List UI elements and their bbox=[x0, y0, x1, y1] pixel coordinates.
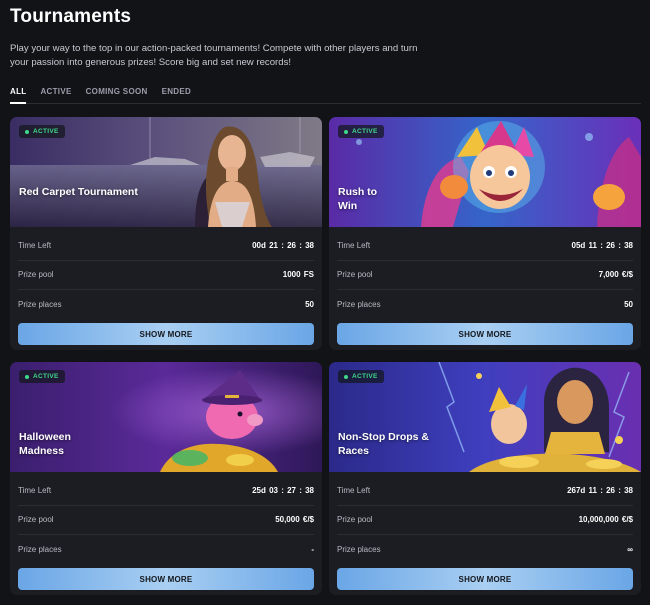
status-badge-label: ACTIVE bbox=[33, 373, 59, 380]
tournament-card-halloween-madness[interactable]: ACTIVE Halloween Madness Time Left 25d 0… bbox=[10, 362, 322, 595]
tournament-details: Time Left 00d 21 : 26 : 38 Prize pool 10… bbox=[18, 231, 314, 320]
show-more-button[interactable]: SHOW MORE bbox=[337, 323, 633, 345]
prize-places-value: 50 bbox=[624, 300, 633, 310]
prize-pool-label: Prize pool bbox=[337, 515, 373, 525]
tournament-title: Non-Stop Drops & Races bbox=[338, 431, 429, 457]
prize-places-row: Prize places ∞ bbox=[337, 535, 633, 565]
prize-places-label: Prize places bbox=[337, 300, 381, 310]
tournament-banner-non-stop-drops: ACTIVE Non-Stop Drops & Races bbox=[329, 362, 641, 472]
prize-places-value: ∞ bbox=[627, 545, 633, 555]
status-badge-label: ACTIVE bbox=[352, 128, 378, 135]
prize-pool-row: Prize pool 10,000,000 €/$ bbox=[337, 506, 633, 535]
status-badge: ACTIVE bbox=[19, 125, 65, 138]
tab-active[interactable]: ACTIVE bbox=[40, 86, 71, 103]
tournament-card-non-stop-drops[interactable]: ACTIVE Non-Stop Drops & Races Time Left … bbox=[329, 362, 641, 595]
prize-places-value: 50 bbox=[305, 300, 314, 310]
prize-pool-label: Prize pool bbox=[18, 270, 54, 280]
tournament-details: Time Left 267d 11 : 26 : 38 Prize pool 1… bbox=[337, 476, 633, 565]
time-left-label: Time Left bbox=[18, 485, 52, 495]
tournament-filter-tabs: ALL ACTIVE COMING SOON ENDED bbox=[10, 86, 641, 104]
status-badge: ACTIVE bbox=[338, 125, 384, 138]
tournament-banner-halloween-madness: ACTIVE Halloween Madness bbox=[10, 362, 322, 472]
prize-pool-value: 1000 FS bbox=[282, 270, 314, 280]
page-title: Tournaments bbox=[10, 6, 132, 27]
tournament-banner-rush-to-win: ACTIVE Rush to Win bbox=[329, 117, 641, 227]
prize-places-row: Prize places - bbox=[18, 535, 314, 565]
tab-coming-soon[interactable]: COMING SOON bbox=[86, 86, 148, 103]
show-more-button[interactable]: SHOW MORE bbox=[18, 568, 314, 590]
prize-places-label: Prize places bbox=[18, 300, 62, 310]
time-left-label: Time Left bbox=[337, 485, 371, 495]
prize-places-label: Prize places bbox=[18, 545, 62, 555]
prize-pool-label: Prize pool bbox=[18, 515, 54, 525]
prize-pool-row: Prize pool 50,000 €/$ bbox=[18, 506, 314, 535]
status-badge: ACTIVE bbox=[338, 370, 384, 383]
status-badge: ACTIVE bbox=[19, 370, 65, 383]
status-dot-icon bbox=[344, 129, 348, 134]
prize-places-row: Prize places 50 bbox=[18, 290, 314, 320]
tournament-card-rush-to-win[interactable]: ACTIVE Rush to Win Time Left 05d 11 : 26… bbox=[329, 117, 641, 350]
status-dot-icon bbox=[344, 374, 348, 379]
prize-pool-value: 7,000 €/$ bbox=[598, 270, 633, 280]
tournament-card-red-carpet[interactable]: ACTIVE Red Carpet Tournament Time Left 0… bbox=[10, 117, 322, 350]
page-intro: Play your way to the top in our action-p… bbox=[10, 43, 418, 68]
time-left-label: Time Left bbox=[18, 240, 52, 250]
prize-pool-row: Prize pool 7,000 €/$ bbox=[337, 261, 633, 290]
prize-places-row: Prize places 50 bbox=[337, 290, 633, 320]
time-left-value: 05d 11 : 26 : 38 bbox=[571, 240, 633, 250]
prize-pool-value: 50,000 €/$ bbox=[275, 515, 314, 525]
time-left-row: Time Left 00d 21 : 26 : 38 bbox=[18, 231, 314, 261]
tournament-title: Rush to Win bbox=[338, 186, 378, 212]
tab-ended[interactable]: ENDED bbox=[162, 86, 192, 103]
prize-pool-value: 10,000,000 €/$ bbox=[578, 515, 633, 525]
prize-places-value: - bbox=[311, 545, 314, 555]
tournament-title: Halloween Madness bbox=[19, 431, 71, 457]
time-left-row: Time Left 25d 03 : 27 : 38 bbox=[18, 476, 314, 506]
prize-places-label: Prize places bbox=[337, 545, 381, 555]
time-left-label: Time Left bbox=[337, 240, 371, 250]
time-left-value: 267d 11 : 26 : 38 bbox=[567, 485, 633, 495]
tab-all[interactable]: ALL bbox=[10, 86, 27, 104]
tournament-details: Time Left 05d 11 : 26 : 38 Prize pool 7,… bbox=[337, 231, 633, 320]
status-badge-label: ACTIVE bbox=[33, 128, 59, 135]
tournament-details: Time Left 25d 03 : 27 : 38 Prize pool 50… bbox=[18, 476, 314, 565]
show-more-button[interactable]: SHOW MORE bbox=[337, 568, 633, 590]
status-badge-label: ACTIVE bbox=[352, 373, 378, 380]
tournament-title: Red Carpet Tournament bbox=[19, 186, 138, 198]
tournament-banner-red-carpet: ACTIVE Red Carpet Tournament bbox=[10, 117, 322, 227]
show-more-button[interactable]: SHOW MORE bbox=[18, 323, 314, 345]
status-dot-icon bbox=[25, 374, 29, 379]
prize-pool-label: Prize pool bbox=[337, 270, 373, 280]
time-left-row: Time Left 05d 11 : 26 : 38 bbox=[337, 231, 633, 261]
time-left-row: Time Left 267d 11 : 26 : 38 bbox=[337, 476, 633, 506]
status-dot-icon bbox=[25, 129, 29, 134]
prize-pool-row: Prize pool 1000 FS bbox=[18, 261, 314, 290]
time-left-value: 25d 03 : 27 : 38 bbox=[252, 485, 314, 495]
time-left-value: 00d 21 : 26 : 38 bbox=[252, 240, 314, 250]
